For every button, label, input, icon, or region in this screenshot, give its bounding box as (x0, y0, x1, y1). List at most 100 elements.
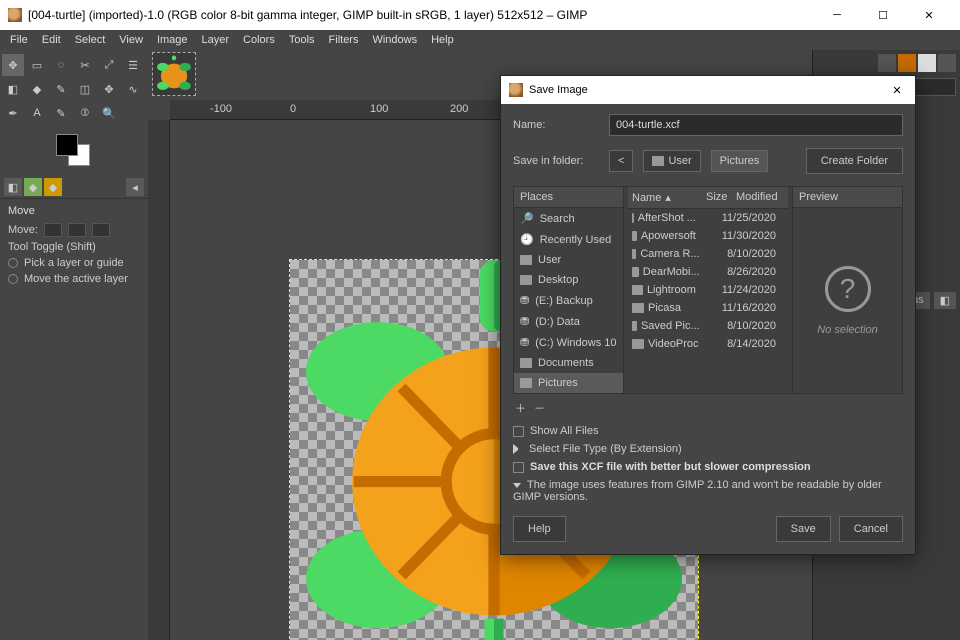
fg-bg-color[interactable] (54, 134, 94, 170)
tool-tab-menu[interactable]: ◂ (126, 178, 144, 196)
place-d[interactable]: ⛃(D:) Data (514, 311, 623, 332)
dialog-titlebar[interactable]: Save Image ✕ (501, 76, 915, 104)
toolbox: ✥ ▭ ◌ ✂ ⤢ ☰ ◧ ◆ ✎ ◫ ✥ ∿ ✒ A ✎ ⦶ 🔍 (0, 50, 148, 128)
move-mode-layer-icon[interactable] (44, 223, 62, 237)
expand-type-icon[interactable] (513, 444, 523, 454)
place-pictures[interactable]: Pictures (514, 373, 623, 393)
folder-icon (632, 213, 634, 223)
zoom-tool[interactable]: 🔍 (98, 102, 120, 124)
file-row[interactable]: Camera R...8/10/2020 (628, 245, 788, 263)
menu-edit[interactable]: Edit (36, 32, 67, 48)
col-name[interactable]: Name▴ (628, 187, 702, 208)
radio-move-active[interactable] (8, 274, 18, 284)
tool-options: Move Move: Tool Toggle (Shift) Pick a la… (0, 198, 148, 295)
file-row[interactable]: Lightroom11/24/2020 (628, 281, 788, 299)
folder-icon (632, 285, 643, 295)
menu-layer[interactable]: Layer (196, 32, 236, 48)
menu-view[interactable]: View (113, 32, 149, 48)
tool-tab-2[interactable]: ◆ (24, 178, 42, 196)
cancel-button[interactable]: Cancel (839, 516, 903, 542)
menu-select[interactable]: Select (69, 32, 112, 48)
smudge-tool[interactable]: ∿ (122, 78, 144, 100)
filename-input[interactable] (609, 114, 903, 136)
remove-bookmark-button[interactable]: － (534, 400, 545, 416)
measure-tool[interactable]: ⦶ (74, 102, 96, 124)
menu-file[interactable]: File (4, 32, 34, 48)
file-row[interactable]: AfterShot ...11/25/2020 (628, 209, 788, 227)
dock-tab-1[interactable] (878, 54, 896, 72)
save-button[interactable]: Save (776, 516, 831, 542)
picker-tool[interactable]: ✎ (50, 102, 72, 124)
opt-move-active: Move the active layer (24, 273, 128, 285)
place-docs[interactable]: Documents (514, 353, 623, 373)
menu-filters[interactable]: Filters (323, 32, 365, 48)
minimize-button[interactable]: ─ (814, 0, 860, 30)
drive-icon: ⛃ (520, 315, 529, 328)
folder-label: Save in folder: (513, 155, 599, 167)
show-all-checkbox[interactable] (513, 426, 524, 437)
menu-tools[interactable]: Tools (283, 32, 321, 48)
text-tool[interactable]: A (26, 102, 48, 124)
path-back-button[interactable]: < (609, 150, 633, 172)
create-folder-button[interactable]: Create Folder (806, 148, 903, 174)
dock-tab-3[interactable] (918, 54, 936, 72)
clone-tool[interactable]: ✥ (98, 78, 120, 100)
menu-colors[interactable]: Colors (237, 32, 281, 48)
file-row[interactable]: VideoProc8/14/2020 (628, 335, 788, 353)
move-mode-sel-icon[interactable] (68, 223, 86, 237)
place-c[interactable]: ⛃(C:) Windows 10 (514, 332, 623, 353)
gradient-tool[interactable]: ◆ (26, 78, 48, 100)
move-tool[interactable]: ✥ (2, 54, 24, 76)
place-desktop[interactable]: Desktop (514, 270, 623, 290)
fg-color-swatch[interactable] (56, 134, 78, 156)
file-row[interactable]: Apowersoft11/30/2020 (628, 227, 788, 245)
col-size[interactable]: Size (702, 187, 732, 208)
menu-windows[interactable]: Windows (366, 32, 423, 48)
dock-tab-4[interactable] (938, 54, 956, 72)
crop-tool[interactable]: ✂ (74, 54, 96, 76)
close-button[interactable]: ✕ (906, 0, 952, 30)
select-type-label[interactable]: Select File Type (By Extension) (529, 443, 682, 455)
path-pictures-button[interactable]: Pictures (711, 150, 769, 172)
preview-header: Preview (793, 187, 902, 208)
preview-text: No selection (817, 324, 878, 336)
transform-tool[interactable]: ⤢ (98, 54, 120, 76)
move-mode-path-icon[interactable] (92, 223, 110, 237)
dialog-close-button[interactable]: ✕ (887, 84, 907, 97)
folder-icon (632, 303, 644, 313)
maximize-button[interactable]: ☐ (860, 0, 906, 30)
drive-icon: ⛃ (520, 294, 529, 307)
place-recent[interactable]: 🕘Recently Used (514, 229, 623, 250)
warp-tool[interactable]: ☰ (122, 54, 144, 76)
dock-tab-2[interactable] (898, 54, 916, 72)
col-modified[interactable]: Modified (732, 187, 788, 208)
bucket-tool[interactable]: ◧ (2, 78, 24, 100)
folder-icon (632, 321, 637, 331)
place-search[interactable]: 🔎Search (514, 208, 623, 229)
folder-icon (520, 255, 532, 265)
brush-tool[interactable]: ✎ (50, 78, 72, 100)
radio-pick[interactable] (8, 258, 18, 268)
image-thumbnail[interactable] (152, 52, 196, 96)
eraser-tool[interactable]: ◫ (74, 78, 96, 100)
file-row[interactable]: Saved Pic...8/10/2020 (628, 317, 788, 335)
file-row[interactable]: Picasa11/16/2020 (628, 299, 788, 317)
tool-tab-3[interactable]: ◆ (44, 178, 62, 196)
compression-checkbox[interactable] (513, 462, 524, 473)
turtle-thumb-icon (153, 53, 195, 95)
free-select-tool[interactable]: ◌ (50, 54, 72, 76)
tool-tab-1[interactable]: ◧ (4, 178, 22, 196)
rect-select-tool[interactable]: ▭ (26, 54, 48, 76)
paths-tab-extra[interactable]: ◧ (934, 292, 956, 309)
menu-help[interactable]: Help (425, 32, 460, 48)
place-user[interactable]: User (514, 250, 623, 270)
help-button[interactable]: Help (513, 516, 566, 542)
file-row[interactable]: VideoWeb...10/16/2020 (628, 353, 788, 357)
file-row[interactable]: DearMobi...8/26/2020 (628, 263, 788, 281)
place-e[interactable]: ⛃(E:) Backup (514, 290, 623, 311)
path-user-button[interactable]: User (643, 150, 700, 172)
expand-version-icon[interactable] (513, 483, 521, 488)
path-tool[interactable]: ✒ (2, 102, 24, 124)
add-bookmark-button[interactable]: ＋ (515, 400, 526, 416)
menu-image[interactable]: Image (151, 32, 194, 48)
